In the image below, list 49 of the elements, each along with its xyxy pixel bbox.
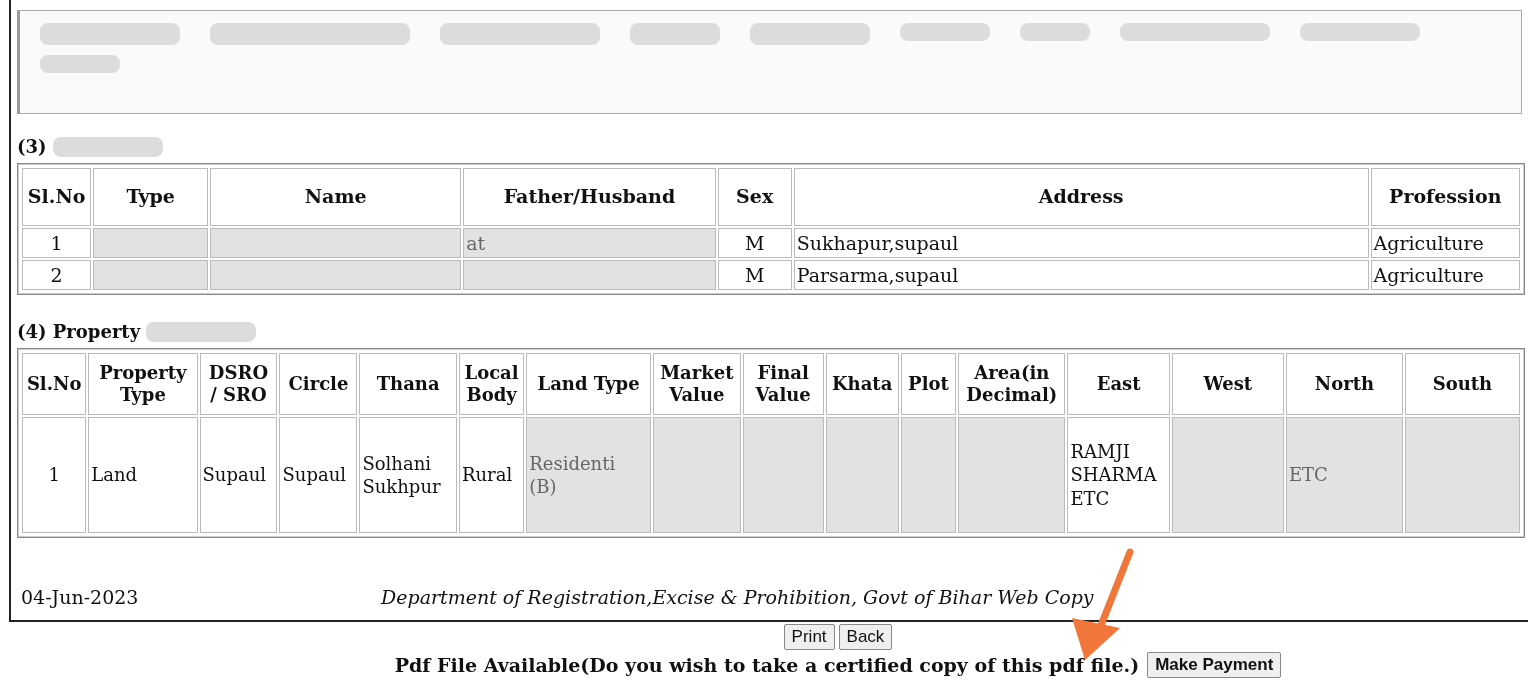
table-cell: Agriculture	[1370, 260, 1520, 290]
section-heading: (4) Property	[17, 321, 141, 342]
redacted-cell: ETC	[1285, 417, 1403, 533]
column-header: Plot	[900, 353, 957, 415]
table-cell: Agriculture	[1370, 228, 1520, 258]
table-cell: 1	[22, 417, 87, 533]
table-cell: Supaul	[199, 417, 278, 533]
pdf-notice-text: Pdf File Available(Do you wish to take a certified copy of this pdf file.)	[394, 654, 1140, 676]
table-cell: 2	[22, 260, 92, 290]
column-header: Circle	[279, 353, 358, 415]
redacted-cell: at	[463, 228, 716, 258]
column-header: East	[1067, 353, 1170, 415]
column-header: Name	[210, 168, 462, 226]
column-header: Market Value	[652, 353, 741, 415]
table-cell: M	[717, 260, 792, 290]
table-cell: RAMJI SHARMA ETC	[1067, 417, 1170, 533]
table-cell: M	[717, 228, 792, 258]
make-payment-button[interactable]: Make Payment	[1147, 652, 1282, 678]
page-button[interactable]: Back	[838, 624, 893, 650]
column-header: Address	[793, 168, 1369, 226]
column-header: Property Type	[88, 353, 198, 415]
column-header: Final Value	[742, 353, 824, 415]
table-cell: Sukhapur,supaul	[793, 228, 1369, 258]
column-header: Type	[93, 168, 208, 226]
table-cell: Supaul	[279, 417, 358, 533]
date-text: 04-Jun-2023	[20, 586, 140, 608]
column-header: Father/Husband	[463, 168, 716, 226]
column-header: Area(in Decimal)	[958, 353, 1066, 415]
redacted-cell: Residenti (B)	[526, 417, 651, 533]
table-cell: Rural	[458, 417, 525, 533]
column-header: South	[1404, 353, 1520, 415]
column-header: Thana	[359, 353, 457, 415]
column-header: Profession	[1370, 168, 1520, 226]
column-header: Sl.No	[22, 168, 92, 226]
department-text: Department of Registration,Excise & Prohibition, Govt of Bihar Web Copy	[381, 586, 1094, 608]
column-header: Khata	[825, 353, 899, 415]
table-cell: 1	[22, 228, 92, 258]
column-header: Sex	[717, 168, 792, 226]
table-cell: Solhani Sukhpur	[359, 417, 457, 533]
column-header: Local Body	[458, 353, 525, 415]
column-header: Land Type	[526, 353, 651, 415]
table-cell: Land	[88, 417, 198, 533]
column-header: Sl.No	[22, 353, 87, 415]
column-header: West	[1171, 353, 1284, 415]
table-cell: Parsarma,supaul	[793, 260, 1369, 290]
column-header: North	[1285, 353, 1403, 415]
page-button[interactable]: Print	[783, 624, 835, 650]
section-heading: (3)	[17, 136, 47, 157]
column-header: DSRO / SRO	[199, 353, 278, 415]
